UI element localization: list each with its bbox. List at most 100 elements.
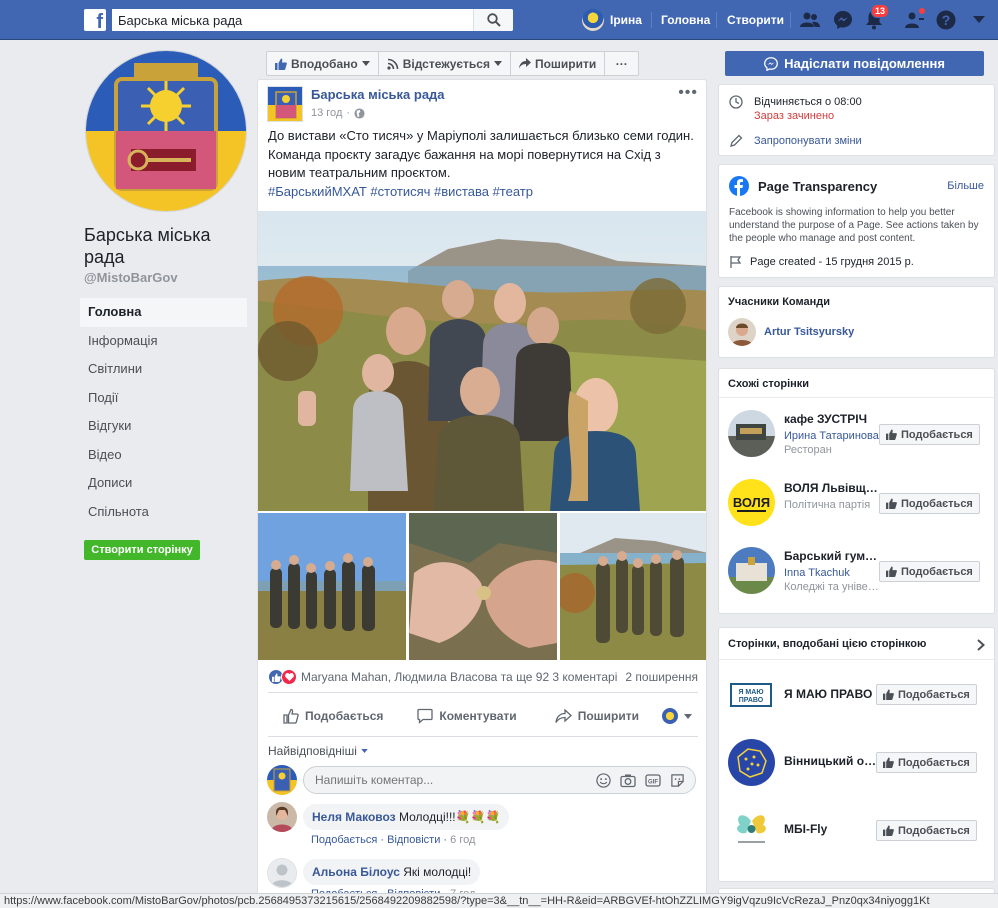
facebook-logo-icon[interactable]: f [84,9,106,33]
nav-item-home[interactable]: Головна [80,298,247,327]
reactions-names[interactable]: Maryana Mahan, Людмила Власова та ще 92 [301,670,549,684]
divider [651,12,652,28]
liked-page-image [728,739,775,786]
more-options-button[interactable]: ··· [605,51,640,76]
transparency-description: Facebook is showing information to help … [729,207,979,244]
page-handle[interactable]: @MistoBarGov [84,270,178,285]
nav-item-events[interactable]: Події [80,384,247,413]
post-timestamp[interactable]: 13 год · [311,107,365,119]
similar-page-category: Коледжі та університети [784,581,880,593]
create-link[interactable]: Створити [727,0,784,40]
avatar[interactable] [728,318,756,346]
avatar[interactable] [267,765,297,795]
post-comment-label: Коментувати [439,709,517,723]
home-link[interactable]: Головна [661,0,710,40]
search-button[interactable] [473,9,513,31]
like-page-button[interactable]: Подобається [879,493,980,514]
account-menu-icon[interactable] [968,9,990,31]
transparency-more-link[interactable]: Більше [947,180,984,192]
share-icon [555,708,572,723]
post-as-selector[interactable] [662,708,692,724]
post-photo-3[interactable] [409,513,557,660]
like-page-button[interactable]: Подобається [876,684,977,705]
create-page-button[interactable]: Створити сторінку [84,540,200,560]
page-title[interactable]: Барська міська рада [84,224,254,268]
thumbs-up-icon [883,757,894,768]
like-page-label: Подобається [898,824,970,837]
like-page-label: Подобається [901,497,973,510]
post-photo-2[interactable] [258,513,406,660]
post-actions: Подобається Коментувати Поширити [268,700,698,732]
camera-icon[interactable] [620,773,636,788]
nav-item-photos[interactable]: Світлини [80,355,247,384]
nav-item-community[interactable]: Спільнота [80,498,247,527]
post-author-name[interactable]: Барська міська рада [311,87,445,102]
comments-count[interactable]: 3 коментарі [552,670,617,684]
following-button[interactable]: Відстежується [378,51,511,76]
post-comment-button[interactable]: Коментувати [417,708,517,724]
gif-icon[interactable]: GIF [645,773,661,788]
profile-link[interactable]: Ірина [582,0,642,40]
messenger-icon[interactable] [832,9,854,31]
like-page-button[interactable]: Подобається [879,561,980,582]
friend-requests-icon[interactable] [799,9,821,31]
search-input[interactable] [112,9,472,31]
share-icon [518,58,531,69]
nav-item-reviews[interactable]: Відгуки [80,412,247,441]
nav-item-info[interactable]: Інформація [80,327,247,356]
avatar[interactable] [267,802,297,832]
liked-pages-title: Сторінки, вподобані цією сторінкою [728,638,927,650]
about-card: Відчиняється о 08:00 Зараз зачинено Запр… [718,84,995,156]
help-icon[interactable]: ? [935,9,957,31]
post-author-avatar[interactable] [267,86,303,122]
like-page-button[interactable]: Подобається [879,424,980,445]
avatar[interactable] [267,858,297,888]
comment-input[interactable] [304,767,564,793]
nav-item-videos[interactable]: Відео [80,441,247,470]
browser-status-url: https://www.facebook.com/MistoBarGov/pho… [0,893,998,908]
comments-sort-selector[interactable]: Найвідповідніші [268,744,368,758]
comment-reply-link[interactable]: Відповісти [387,834,440,846]
post-options-icon[interactable]: ••• [678,84,698,102]
chevron-right-icon[interactable] [977,639,985,651]
comment-text: Молодці!!!💐💐💐 [399,810,501,824]
similar-page-image [728,547,775,594]
suggest-edits-link[interactable]: Запропонувати зміни [754,135,862,147]
divider [719,397,994,398]
post-photo-main[interactable] [258,211,706,511]
search-icon [486,13,501,27]
send-message-button[interactable]: Надіслати повідомлення [725,51,984,76]
similar-page-category: Політична партія [784,499,871,511]
post-photo-4[interactable] [560,513,706,660]
send-message-label: Надіслати повідомлення [784,56,945,71]
comment-like-link[interactable]: Подобається [311,834,377,846]
liked-button[interactable]: Вподобано [266,51,379,76]
like-page-button[interactable]: Подобається [876,752,977,773]
like-page-button[interactable]: Подобається [876,820,977,841]
comment-author[interactable]: Альона Білоус [312,865,400,879]
sticker-icon[interactable] [670,773,685,788]
comment-author[interactable]: Неля Маковоз [312,810,396,824]
post-like-button[interactable]: Подобається [283,708,383,724]
thumbs-up-icon [883,825,894,836]
more-label: ··· [615,56,628,71]
emoji-icon[interactable] [596,773,611,788]
similar-pages-title: Схожі сторінки [728,378,810,390]
liked-page-name: МБІ-Fly [784,822,828,836]
similar-pages-card: Схожі сторінки кафе ЗУСТРІЧ Ирина Татари… [718,368,995,614]
page-action-bar: Вподобано Відстежується Поширити ··· [266,51,640,76]
team-member-name[interactable]: Artur Tsitsyurskу [764,326,854,338]
quick-help-badge [918,7,926,15]
shares-count[interactable]: 2 поширення [625,670,698,684]
post-hashtags[interactable]: #БарськийМХАТ #стотисяч #вистава #театр [268,184,533,199]
comment-time[interactable]: 6 год [450,834,475,846]
page-profile-picture[interactable] [86,51,246,211]
liked-pages-card: Сторінки, вподобані цією сторінкою Я МАЮ… [718,627,995,882]
share-page-button[interactable]: Поширити [510,51,606,76]
nav-item-posts[interactable]: Дописи [80,469,247,498]
post-like-label: Подобається [305,709,384,723]
avatar [582,9,604,31]
thumbs-up-icon [883,689,894,700]
post-share-button[interactable]: Поширити [555,708,639,724]
liked-page-image [728,807,775,854]
